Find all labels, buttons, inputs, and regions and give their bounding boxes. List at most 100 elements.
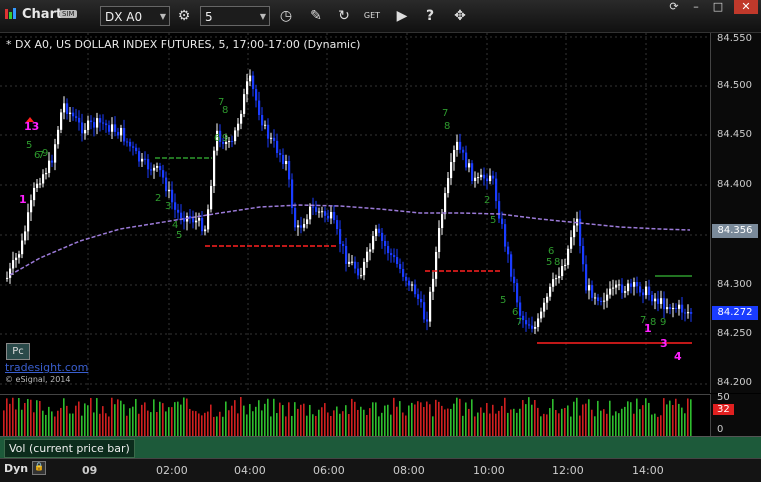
clock-icon[interactable]: ◷ xyxy=(276,6,296,26)
svg-text:6: 6 xyxy=(548,246,554,257)
cycle-icon[interactable]: ↻ xyxy=(334,6,354,26)
volume-bar xyxy=(690,399,692,437)
candle-body xyxy=(501,218,504,225)
candle-body xyxy=(669,307,672,310)
volume-bar xyxy=(294,402,296,437)
svg-text:6: 6 xyxy=(214,133,220,144)
volume-bar xyxy=(438,401,440,437)
volume-bar xyxy=(483,412,485,437)
volume-bar xyxy=(642,405,644,437)
candle-body xyxy=(297,225,300,228)
maximize-button[interactable]: □ xyxy=(708,0,728,14)
volume-bar xyxy=(51,411,53,437)
candle-body xyxy=(498,201,501,219)
volume-bar xyxy=(585,403,587,437)
help-button[interactable]: ? xyxy=(420,6,440,26)
volume-bar xyxy=(534,400,536,437)
candle-body xyxy=(591,285,594,298)
candle-body xyxy=(549,286,552,297)
volume-bar xyxy=(234,400,236,437)
volume-bar xyxy=(3,410,5,437)
candle-body xyxy=(495,178,498,202)
chevron-down-icon[interactable]: ▼ xyxy=(160,7,166,27)
svg-text:5: 5 xyxy=(500,295,506,306)
volume-bar xyxy=(597,400,599,437)
volume-bar xyxy=(402,412,404,437)
volume-bar xyxy=(315,415,317,437)
lock-icon[interactable]: 🔒 xyxy=(32,461,46,475)
volume-bar xyxy=(471,399,473,437)
title-bar: Chart SIM DX A0 ▼ ⚙ 5 ▼ ◷ ✎ ↻ GET ▶ ? ✥ … xyxy=(0,0,761,33)
price-chart[interactable]: 5679 786 9 78 65 8 567 2345 25 789 13 1 1 … xyxy=(0,33,710,393)
volume-bar xyxy=(27,399,29,437)
candle-body xyxy=(12,260,15,269)
candle-body xyxy=(636,282,639,287)
price-axis[interactable]: 84.550 84.500 84.450 84.400 84.300 84.25… xyxy=(710,33,761,393)
candle-body xyxy=(552,279,555,287)
volume-bar xyxy=(129,408,131,437)
brand-link[interactable]: tradesight.com xyxy=(5,361,88,374)
candle-body xyxy=(117,131,120,136)
candle-body xyxy=(633,282,636,287)
volume-bar xyxy=(567,405,569,437)
volume-bar xyxy=(237,413,239,437)
volume-bar xyxy=(609,400,611,437)
get-button[interactable]: GET xyxy=(362,6,382,26)
volume-bar xyxy=(66,405,68,437)
candle-body xyxy=(603,300,606,302)
window-title: Chart xyxy=(22,7,63,22)
candle-body xyxy=(450,162,453,179)
minimize-button[interactable]: – xyxy=(686,0,706,14)
svg-text:7: 7 xyxy=(516,317,522,328)
volume-bar xyxy=(159,401,161,437)
price-tick: 84.550 xyxy=(717,33,752,44)
reload-icon[interactable]: ⟳ xyxy=(664,0,684,14)
play-icon[interactable]: ▶ xyxy=(392,6,412,26)
candle-body xyxy=(345,246,348,264)
volume-bar xyxy=(180,404,182,437)
volume-bar xyxy=(648,402,650,437)
candle-body xyxy=(366,251,369,262)
candle-body xyxy=(57,129,60,145)
close-button[interactable]: ✕ xyxy=(734,0,758,14)
candle-body xyxy=(534,326,537,329)
candle-body xyxy=(513,276,516,284)
candle-body xyxy=(519,302,522,316)
candle-body xyxy=(60,112,63,130)
volume-bar xyxy=(624,406,626,437)
candle-body xyxy=(564,264,567,267)
interval-input[interactable]: 5 ▼ xyxy=(200,6,270,26)
volume-bar xyxy=(183,397,185,437)
candle-body xyxy=(18,254,21,258)
volume-bar xyxy=(102,406,104,437)
volume-bar xyxy=(99,413,101,437)
candle-body xyxy=(648,286,651,295)
candle-body xyxy=(339,229,342,245)
volume-chart[interactable] xyxy=(0,394,710,437)
candle-body xyxy=(264,124,267,126)
symbol-input[interactable]: DX A0 ▼ xyxy=(100,6,170,26)
pencil-icon[interactable]: ✎ xyxy=(306,6,326,26)
candle-body xyxy=(48,160,51,173)
volume-bar xyxy=(54,416,56,437)
gear-icon[interactable]: ⚙ xyxy=(174,6,194,26)
tools-icon[interactable]: ✥ xyxy=(450,6,470,26)
volume-bar xyxy=(267,398,269,437)
candle-body xyxy=(684,312,687,314)
volume-bar xyxy=(48,406,50,437)
volume-bar xyxy=(165,411,167,437)
candle-body xyxy=(651,294,654,302)
candle-body xyxy=(336,220,339,230)
chevron-down-icon[interactable]: ▼ xyxy=(260,7,266,27)
candle-body xyxy=(135,147,138,152)
pc-button[interactable]: Pc xyxy=(6,343,30,360)
candle-body xyxy=(30,200,33,213)
candle-body xyxy=(240,113,243,124)
volume-bar xyxy=(255,406,257,437)
candle-body xyxy=(318,211,321,213)
volume-bar xyxy=(243,405,245,437)
volume-bar xyxy=(549,408,551,437)
volume-bar xyxy=(558,413,560,437)
candle-body xyxy=(39,183,42,185)
volume-bar xyxy=(537,407,539,437)
